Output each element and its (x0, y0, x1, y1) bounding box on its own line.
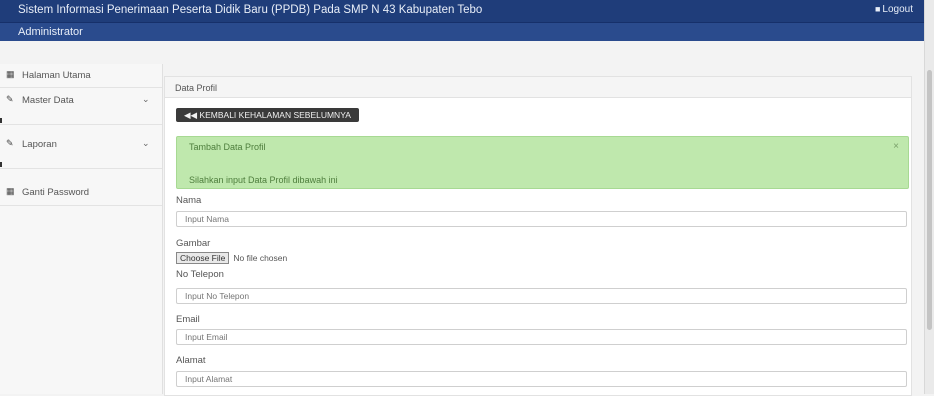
sidebar-item-master-data[interactable]: ✎ Master Data ⌄ (0, 92, 162, 110)
alamat-input[interactable] (176, 371, 907, 387)
alert-message: Silahkan input Data Profil dibawah ini (189, 175, 338, 185)
sidebar-divider (0, 124, 162, 125)
alert-title: Tambah Data Profil (189, 142, 266, 152)
nama-input[interactable] (176, 211, 907, 227)
choose-file-button[interactable]: Choose File (176, 252, 230, 264)
role-bar: Administrator (0, 23, 925, 41)
edit-icon: ✎ (6, 94, 14, 104)
user-icon: ■ (874, 4, 881, 14)
sidebar-item-label: Master Data (22, 95, 74, 106)
close-icon[interactable]: × (893, 141, 899, 152)
logout-label: Logout (882, 4, 913, 15)
sidebar-marker (0, 162, 2, 167)
calendar-icon: ▦ (6, 69, 15, 79)
telepon-label: No Telepon (176, 269, 224, 280)
logout-link[interactable]: ■ Logout (875, 4, 913, 15)
chevron-down-icon: ⌄ (142, 138, 150, 148)
sidebar-item-label: Laporan (22, 139, 57, 150)
sidebar: ▦ Halaman Utama ✎ Master Data ⌄ ✎ Lapora… (0, 64, 163, 394)
sidebar-item-label: Halaman Utama (22, 70, 91, 81)
sidebar-marker (0, 118, 2, 123)
top-navbar: Sistem Informasi Penerimaan Peserta Didi… (0, 0, 925, 23)
panel-heading: Data Profil (165, 77, 911, 98)
sidebar-divider (0, 205, 162, 206)
chevron-down-icon: ⌄ (142, 94, 150, 104)
nama-label: Nama (176, 195, 202, 206)
sidebar-item-halaman-utama[interactable]: ▦ Halaman Utama (0, 67, 162, 85)
alamat-label: Alamat (176, 355, 206, 366)
gambar-label: Gambar (176, 238, 211, 249)
file-upload: Choose File No file chosen (176, 252, 287, 264)
sidebar-divider (0, 87, 162, 88)
app-title: Sistem Informasi Penerimaan Peserta Didi… (18, 4, 483, 16)
telepon-input[interactable] (176, 288, 907, 304)
file-status: No file chosen (233, 253, 288, 263)
edit-icon: ✎ (6, 138, 14, 148)
sidebar-divider (0, 168, 162, 169)
info-alert: Tambah Data Profil × Silahkan input Data… (176, 136, 909, 189)
calendar-icon: ▦ (6, 186, 15, 196)
sidebar-item-ganti-password[interactable]: ▦ Ganti Password (0, 184, 162, 202)
role-label: Administrator (18, 26, 83, 38)
sidebar-item-label: Ganti Password (22, 187, 90, 198)
page-scrollbar[interactable] (924, 0, 934, 394)
scrollbar-thumb[interactable] (927, 70, 932, 330)
panel-title: Data Profil (175, 83, 218, 93)
sidebar-item-laporan[interactable]: ✎ Laporan ⌄ (0, 136, 162, 154)
email-label: Email (176, 314, 200, 325)
email-input[interactable] (176, 329, 907, 345)
profile-form-panel: Data Profil ◀◀ KEMBALI KEHALAMAN SEBELUM… (164, 76, 912, 396)
back-button[interactable]: ◀◀ KEMBALI KEHALAMAN SEBELUMNYA (176, 108, 359, 122)
